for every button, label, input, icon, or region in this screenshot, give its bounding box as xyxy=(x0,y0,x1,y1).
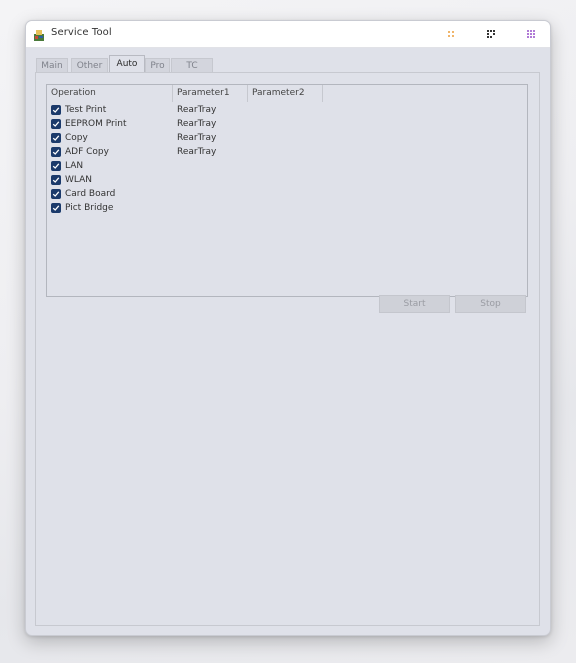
operation-label: LAN xyxy=(65,161,84,171)
operation-label: Card Board xyxy=(65,189,116,199)
tab-auto[interactable]: Auto xyxy=(109,55,145,72)
checkbox[interactable] xyxy=(51,203,61,213)
parameter1-value: RearTray xyxy=(177,147,217,157)
checkbox[interactable] xyxy=(51,147,61,157)
column-header-parameter2[interactable]: Parameter2 xyxy=(248,85,323,102)
parameter1-value: RearTray xyxy=(177,119,217,129)
parameter1-value: RearTray xyxy=(177,133,217,143)
column-header-operation[interactable]: Operation xyxy=(47,85,173,102)
tab-pro[interactable]: Pro xyxy=(145,58,170,72)
title-bar[interactable]: Service Tool xyxy=(26,21,550,48)
tab-tc[interactable]: TC xyxy=(171,58,213,72)
stop-button[interactable]: Stop xyxy=(455,295,526,313)
operation-label: ADF Copy xyxy=(65,147,109,157)
checkbox[interactable] xyxy=(51,175,61,185)
operation-list[interactable]: Operation Parameter1 Parameter2 Test Pri… xyxy=(46,84,528,297)
operation-label: EEPROM Print xyxy=(65,119,127,129)
tab-main[interactable]: Main xyxy=(36,58,68,72)
operation-label: Copy xyxy=(65,133,88,143)
checkbox[interactable] xyxy=(51,119,61,129)
checkbox[interactable] xyxy=(51,133,61,143)
list-item[interactable]: ADF Copy RearTray xyxy=(47,145,527,159)
operation-label: Pict Bridge xyxy=(65,203,114,213)
minimize-icon[interactable] xyxy=(445,28,457,40)
operation-label: WLAN xyxy=(65,175,93,185)
close-icon[interactable] xyxy=(525,28,537,40)
maximize-icon[interactable] xyxy=(485,28,497,40)
checkbox[interactable] xyxy=(51,105,61,115)
operation-label: Test Print xyxy=(65,105,107,115)
window-title: Service Tool xyxy=(51,27,112,38)
checkbox[interactable] xyxy=(51,161,61,171)
auto-tab-panel: Operation Parameter1 Parameter2 Test Pri… xyxy=(35,72,540,626)
checkbox[interactable] xyxy=(51,189,61,199)
list-item[interactable]: WLAN xyxy=(47,173,527,187)
list-item[interactable]: Card Board xyxy=(47,187,527,201)
list-item[interactable]: Pict Bridge xyxy=(47,201,527,215)
parameter1-value: RearTray xyxy=(177,105,217,115)
list-item[interactable]: LAN xyxy=(47,159,527,173)
tab-other[interactable]: Other xyxy=(71,58,108,72)
service-tool-window: Service Tool Main Other Auto Pro TC Oper… xyxy=(25,20,551,636)
list-header: Operation Parameter1 Parameter2 xyxy=(47,85,527,102)
start-button[interactable]: Start xyxy=(379,295,450,313)
list-item[interactable]: Test Print RearTray xyxy=(47,103,527,117)
list-item[interactable]: EEPROM Print RearTray xyxy=(47,117,527,131)
list-item[interactable]: Copy RearTray xyxy=(47,131,527,145)
column-header-parameter1[interactable]: Parameter1 xyxy=(173,85,248,102)
printer-app-icon xyxy=(33,27,45,41)
